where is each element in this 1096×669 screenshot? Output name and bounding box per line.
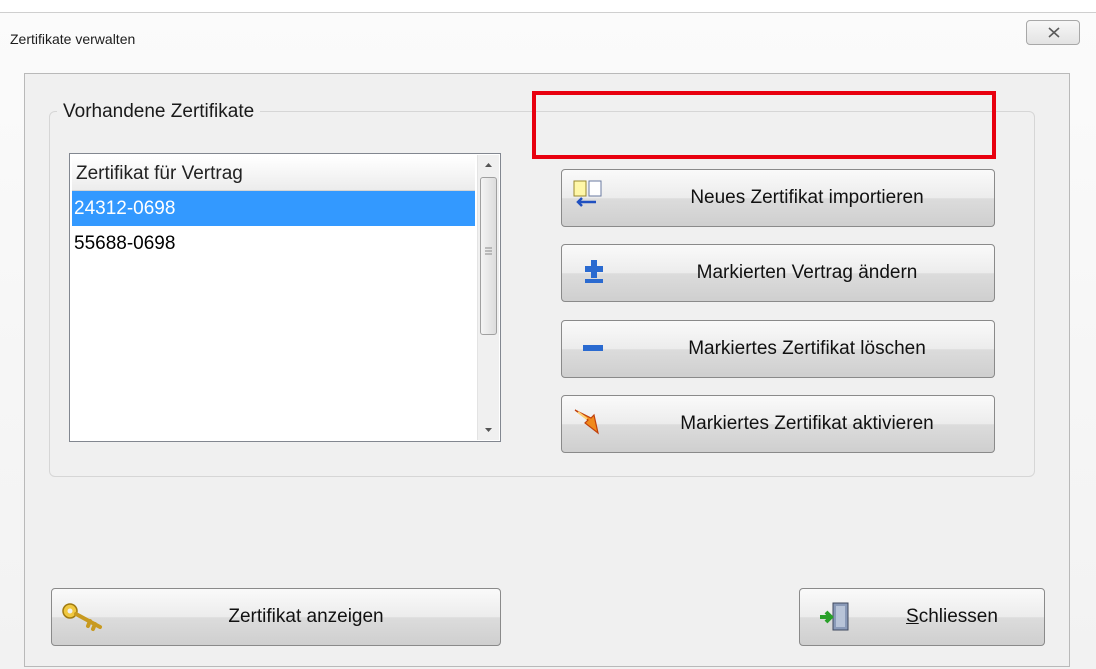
- edit-button-label: Markierten Vertrag ändern: [696, 262, 918, 283]
- highlight-box: [532, 91, 996, 159]
- scroll-up-arrow-icon: [485, 163, 492, 167]
- delete-button-label: Markiertes Zertifikat löschen: [688, 338, 926, 359]
- import-certificate-button[interactable]: Neues Zertifikat importieren: [561, 169, 995, 227]
- plus-icon: [585, 260, 603, 283]
- window-title: Zertifikate verwalten: [10, 31, 136, 47]
- list-column-header[interactable]: Zertifikat für Vertrag: [72, 157, 475, 191]
- delete-certificate-button[interactable]: Markiertes Zertifikat löschen: [561, 320, 995, 378]
- close-button[interactable]: Schliessen: [799, 588, 1045, 646]
- close-label-rest: chliessen: [918, 606, 998, 627]
- activate-icon: [574, 409, 599, 435]
- close-window-button[interactable]: [1026, 20, 1080, 45]
- dialog-client-area: Vorhandene Zertifikate Zertifikat für Ve…: [24, 73, 1070, 667]
- close-icon: [1048, 27, 1060, 38]
- show-certificate-button[interactable]: Zertifikat anzeigen: [51, 588, 501, 646]
- exit-icon: [820, 602, 849, 631]
- certificate-list[interactable]: Zertifikat für Vertrag 24312-0698 55688-…: [69, 153, 501, 442]
- list-item[interactable]: 55688-0698: [72, 226, 475, 261]
- close-mnemonic: S: [906, 606, 919, 627]
- activate-certificate-button[interactable]: Markiertes Zertifikat aktivieren: [561, 395, 995, 453]
- show-button-label: Zertifikat anzeigen: [228, 606, 384, 627]
- edit-contract-button[interactable]: Markierten Vertrag ändern: [561, 244, 995, 302]
- scroll-thumb[interactable]: [480, 177, 497, 335]
- close-button-label: Schliessen: [862, 589, 1042, 645]
- grip-icon: [485, 247, 492, 255]
- import-button-label: Neues Zertifikat importieren: [690, 187, 924, 208]
- activate-button-label: Markiertes Zertifikat aktivieren: [680, 413, 934, 434]
- scroll-down-arrow-icon: [485, 428, 492, 432]
- list-item-selected[interactable]: 24312-0698: [72, 191, 475, 226]
- minus-icon: [583, 345, 603, 351]
- scroll-down-button[interactable]: [478, 420, 499, 440]
- key-icon: [62, 603, 102, 631]
- import-icon: [573, 180, 602, 207]
- groupbox-label: Vorhandene Zertifikate: [57, 101, 261, 123]
- list-scrollbar[interactable]: [477, 155, 499, 440]
- scroll-up-button[interactable]: [478, 155, 499, 175]
